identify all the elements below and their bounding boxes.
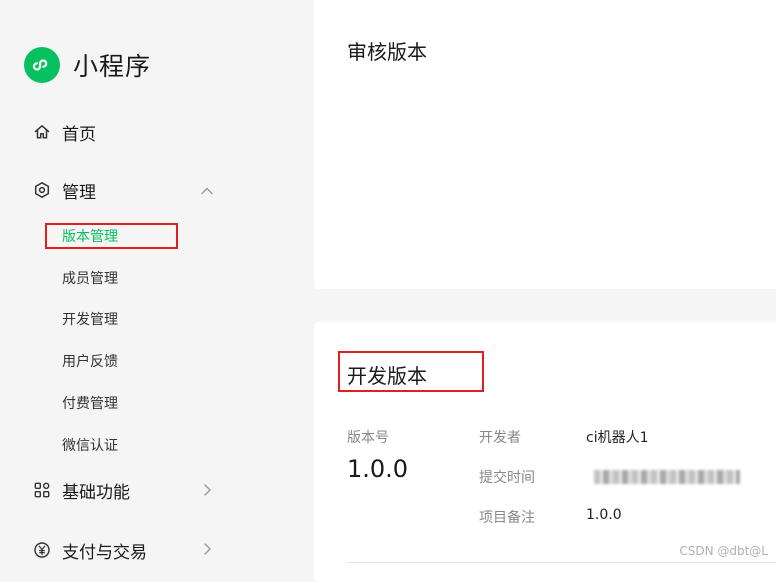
sidebar-item-label: 管理 (62, 182, 96, 203)
sidebar-subitem-dev-manage[interactable]: 开发管理 (62, 310, 118, 330)
chevron-right-icon[interactable] (200, 483, 214, 497)
sidebar-item-label: 基础功能 (62, 482, 130, 503)
sidebar-subitem-user-feedback[interactable]: 用户反馈 (62, 352, 118, 372)
sidebar-item-basic-features[interactable]: 基础功能 (33, 476, 223, 504)
brand[interactable]: 小程序 (24, 47, 151, 83)
chevron-right-icon[interactable] (200, 542, 214, 556)
review-version-card: 审核版本 (314, 0, 776, 289)
chevron-up-icon[interactable] (200, 184, 214, 198)
hexagon-settings-icon (33, 181, 51, 199)
home-icon (33, 123, 51, 141)
sidebar-item-label: 首页 (62, 124, 96, 145)
sidebar-item-home[interactable]: 首页 (33, 118, 96, 146)
sidebar-subitem-payment-manage[interactable]: 付费管理 (62, 394, 118, 414)
review-version-title: 审核版本 (347, 40, 427, 64)
yen-circle-icon (33, 541, 51, 559)
watermark: CSDN @dbt@L (679, 544, 768, 558)
sidebar: 小程序 首页 管理 版本管理 成员管理 开发管理 用户反馈 付费管理 微信认证 (0, 0, 312, 565)
version-number-value: 1.0.0 (347, 455, 409, 483)
sidebar-item-manage[interactable]: 管理 (33, 176, 223, 204)
project-note-label: 项目备注 (479, 510, 535, 526)
developer-value: ci机器人1 (586, 430, 649, 446)
divider (347, 562, 776, 563)
dev-version-title: 开发版本 (347, 364, 427, 388)
project-note-value: 1.0.0 (586, 507, 622, 523)
submit-time-value-blurred (594, 470, 740, 484)
sidebar-subitem-member-manage[interactable]: 成员管理 (62, 269, 118, 289)
sidebar-item-payment-trade[interactable]: 支付与交易 (33, 536, 223, 564)
dev-version-card: 开发版本 版本号 1.0.0 开发者 ci机器人1 提交时间 项目备注 1.0.… (314, 322, 776, 582)
version-number-label: 版本号 (347, 430, 389, 446)
sidebar-item-label: 支付与交易 (62, 542, 147, 563)
brand-title: 小程序 (73, 52, 152, 81)
sidebar-subitem-wechat-verify[interactable]: 微信认证 (62, 436, 118, 456)
mini-program-logo-icon (24, 47, 60, 83)
developer-label: 开发者 (479, 430, 521, 446)
grid-icon (33, 481, 51, 499)
submit-time-label: 提交时间 (479, 470, 535, 486)
sidebar-subitem-version-manage[interactable]: 版本管理 (62, 227, 118, 247)
